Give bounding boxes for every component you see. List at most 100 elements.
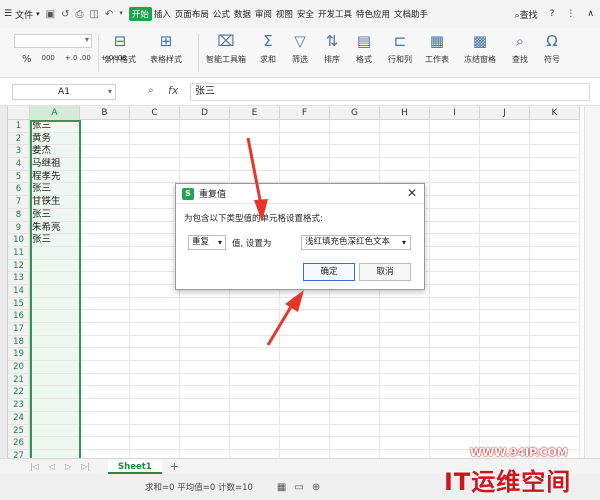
cell-b10[interactable] (80, 234, 130, 247)
cell-a12[interactable] (30, 259, 80, 273)
column-header-h[interactable]: H (380, 106, 430, 120)
row-header[interactable]: 22 (8, 386, 30, 400)
cell-a6[interactable]: 张三 (30, 183, 80, 197)
tab-insert[interactable]: 插入 (152, 8, 173, 20)
cell-f5[interactable] (280, 170, 330, 184)
sheet-tab[interactable]: Sheet1 (108, 459, 162, 474)
table-style-button[interactable]: ⊞ 表格样式 (150, 32, 182, 65)
cell-b22[interactable] (80, 386, 130, 400)
cell-c3[interactable] (130, 145, 180, 159)
cell-e27[interactable] (230, 449, 280, 458)
cell-k14[interactable] (530, 284, 580, 298)
ok-button[interactable]: 确定 (303, 263, 355, 281)
tab-home[interactable]: 开始 (128, 7, 152, 21)
cell-j20[interactable] (480, 361, 530, 374)
row-header[interactable]: 14 (8, 284, 30, 298)
cell-i12[interactable] (430, 259, 480, 273)
cell-e26[interactable] (230, 437, 280, 450)
cell-c17[interactable] (130, 323, 180, 336)
cell-c23[interactable] (130, 399, 180, 412)
column-header-c[interactable]: C (130, 106, 180, 120)
tab-review[interactable]: 审阅 (253, 8, 274, 20)
cell-e22[interactable] (230, 386, 280, 400)
cell-c24[interactable] (130, 411, 180, 425)
cell-a20[interactable] (30, 361, 80, 374)
cell-e4[interactable] (230, 158, 280, 171)
column-header-k[interactable]: K (530, 106, 580, 120)
cell-a3[interactable]: 姜杰 (30, 145, 80, 159)
cell-c19[interactable] (130, 348, 180, 362)
cell-c15[interactable] (130, 297, 180, 311)
cell-b24[interactable] (80, 411, 130, 425)
conditional-format-button[interactable]: ⊟ 条件格式 (104, 32, 136, 65)
cell-h1[interactable] (380, 120, 430, 133)
cell-b19[interactable] (80, 348, 130, 362)
cell-c1[interactable] (130, 120, 180, 133)
format-button[interactable]: ▤ 格式 (355, 32, 373, 65)
sort-button[interactable]: ⇅ 排序 (323, 32, 341, 65)
rule-select[interactable]: 重复 (188, 235, 226, 250)
cell-e20[interactable] (230, 361, 280, 374)
row-header[interactable]: 21 (8, 373, 30, 387)
cell-c4[interactable] (130, 158, 180, 171)
chevron-down-icon[interactable]: ▾ (119, 9, 123, 20)
cell-i11[interactable] (430, 246, 480, 260)
cell-b1[interactable] (80, 120, 130, 133)
row-header[interactable]: 25 (8, 424, 30, 438)
cell-j8[interactable] (480, 208, 530, 222)
cell-a16[interactable] (30, 310, 80, 323)
cell-b15[interactable] (80, 297, 130, 311)
cell-h21[interactable] (380, 373, 430, 387)
cell-a25[interactable] (30, 424, 80, 438)
cell-a4[interactable]: 马继祖 (30, 158, 80, 171)
cell-b21[interactable] (80, 373, 130, 387)
cell-d21[interactable] (180, 373, 230, 387)
cell-a11[interactable] (30, 246, 80, 260)
row-header[interactable]: 2 (8, 132, 30, 146)
cell-c7[interactable] (130, 196, 180, 209)
cell-c2[interactable] (130, 132, 180, 146)
cell-k2[interactable] (530, 132, 580, 146)
cell-f19[interactable] (280, 348, 330, 362)
cell-c27[interactable] (130, 449, 180, 458)
row-header[interactable]: 20 (8, 361, 30, 374)
cell-i4[interactable] (430, 158, 480, 171)
reading-mode-icon[interactable]: ⊕ (312, 482, 320, 493)
cell-b12[interactable] (80, 259, 130, 273)
cell-a18[interactable] (30, 335, 80, 349)
cell-f21[interactable] (280, 373, 330, 387)
cell-i25[interactable] (430, 424, 480, 438)
cell-d22[interactable] (180, 386, 230, 400)
cell-k25[interactable] (530, 424, 580, 438)
cell-b9[interactable] (80, 221, 130, 235)
cell-d16[interactable] (180, 310, 230, 323)
cell-g25[interactable] (330, 424, 380, 438)
cell-e19[interactable] (230, 348, 280, 362)
cell-k20[interactable] (530, 361, 580, 374)
cell-c9[interactable] (130, 221, 180, 235)
vertical-scrollbar[interactable] (584, 106, 600, 458)
cell-k1[interactable] (530, 120, 580, 133)
cell-j12[interactable] (480, 259, 530, 273)
tab-security[interactable]: 安全 (295, 8, 316, 20)
cell-j25[interactable] (480, 424, 530, 438)
cell-d1[interactable] (180, 120, 230, 133)
cell-d23[interactable] (180, 399, 230, 412)
row-header[interactable]: 8 (8, 208, 30, 222)
cell-c20[interactable] (130, 361, 180, 374)
cell-b14[interactable] (80, 284, 130, 298)
cell-i1[interactable] (430, 120, 480, 133)
cell-j24[interactable] (480, 411, 530, 425)
cell-d15[interactable] (180, 297, 230, 311)
cell-d4[interactable] (180, 158, 230, 171)
cell-e24[interactable] (230, 411, 280, 425)
column-header-i[interactable]: I (430, 106, 480, 120)
cell-d25[interactable] (180, 424, 230, 438)
cell-a5[interactable]: 程孝先 (30, 170, 80, 184)
cell-b6[interactable] (80, 183, 130, 197)
worksheet-button[interactable]: ▦ 工作表 (425, 32, 449, 65)
tab-formulas[interactable]: 公式 (211, 8, 232, 20)
cell-k8[interactable] (530, 208, 580, 222)
row-header[interactable]: 9 (8, 221, 30, 235)
cell-b4[interactable] (80, 158, 130, 171)
